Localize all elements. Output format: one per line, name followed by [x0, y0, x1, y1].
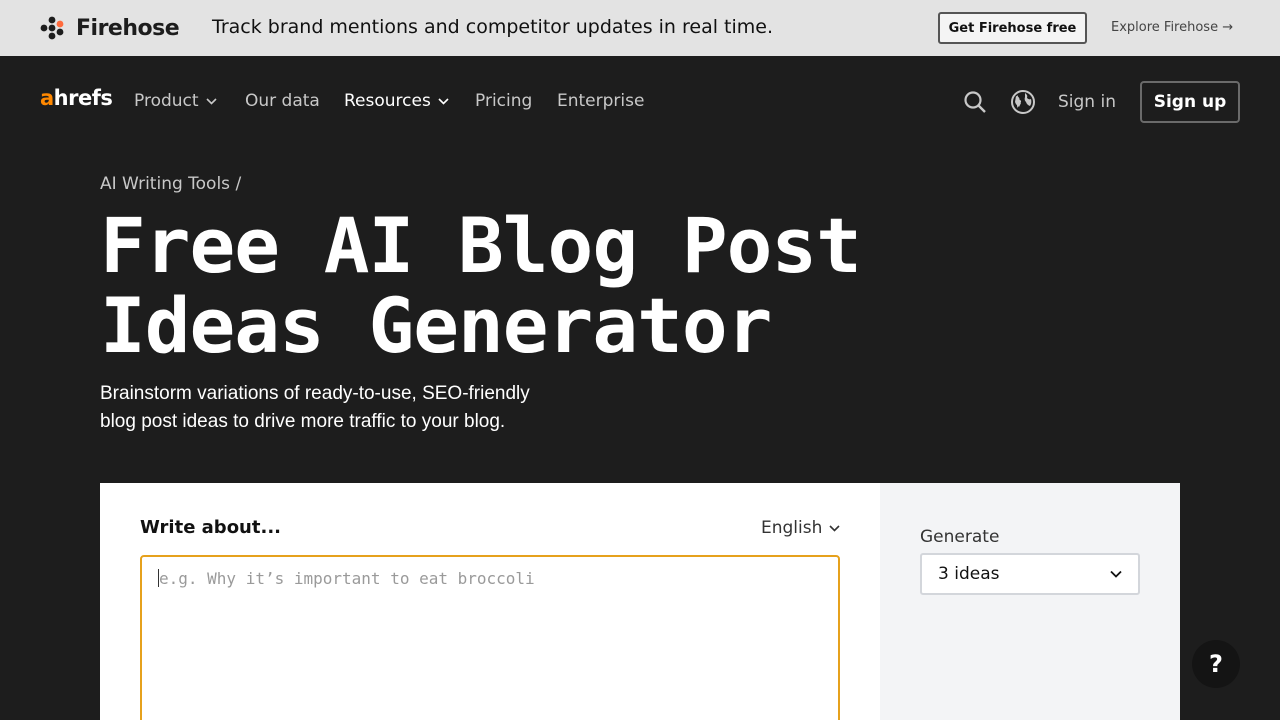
chevron-down-icon	[1110, 570, 1122, 578]
main-nav: ahrefs Product Our data Resources Pricin…	[0, 56, 1280, 148]
chevron-down-icon	[438, 97, 449, 105]
tool-card: Write about... English e.g. Why it’s imp…	[100, 483, 1180, 720]
breadcrumb[interactable]: AI Writing Tools /	[100, 174, 241, 194]
firehose-wordmark: Firehose	[76, 15, 180, 41]
nav-item-our-data[interactable]: Our data	[245, 91, 320, 111]
chevron-down-icon	[829, 524, 840, 532]
globe-icon[interactable]	[1010, 89, 1036, 120]
promo-text: Track brand mentions and competitor upda…	[212, 16, 774, 38]
chevron-down-icon	[205, 97, 217, 105]
search-icon[interactable]	[963, 90, 987, 119]
page-title: Free AI Blog Post Ideas Generator	[100, 201, 862, 370]
get-firehose-button[interactable]: Get Firehose free	[938, 12, 1087, 44]
language-select[interactable]: English	[761, 518, 840, 538]
promo-banner: Firehose Track brand mentions and compet…	[0, 0, 1280, 56]
page-subtitle: Brainstorm variations of ready-to-use, S…	[100, 383, 530, 432]
topic-input-placeholder: e.g. Why it’s important to eat broccoli	[159, 569, 535, 588]
sign-in-link[interactable]: Sign in	[1058, 92, 1116, 112]
firehose-dots-icon	[40, 16, 64, 40]
nav-item-pricing[interactable]: Pricing	[475, 91, 532, 111]
generate-panel: Generate 3 ideas	[880, 483, 1180, 720]
write-about-label: Write about...	[140, 517, 281, 538]
nav-item-enterprise[interactable]: Enterprise	[557, 91, 644, 111]
nav-item-resources[interactable]: Resources	[344, 91, 449, 111]
sign-up-button[interactable]: Sign up	[1140, 81, 1240, 123]
ahrefs-logo[interactable]: ahrefs	[40, 86, 113, 110]
firehose-logo[interactable]: Firehose	[40, 15, 180, 41]
generate-label: Generate	[920, 527, 1000, 547]
nav-item-product[interactable]: Product	[134, 91, 217, 111]
help-button[interactable]: ?	[1192, 640, 1240, 688]
explore-firehose-link[interactable]: Explore Firehose →	[1111, 20, 1233, 35]
ideas-count-select[interactable]: 3 ideas	[920, 553, 1140, 595]
topic-input[interactable]: e.g. Why it’s important to eat broccoli	[140, 555, 840, 720]
